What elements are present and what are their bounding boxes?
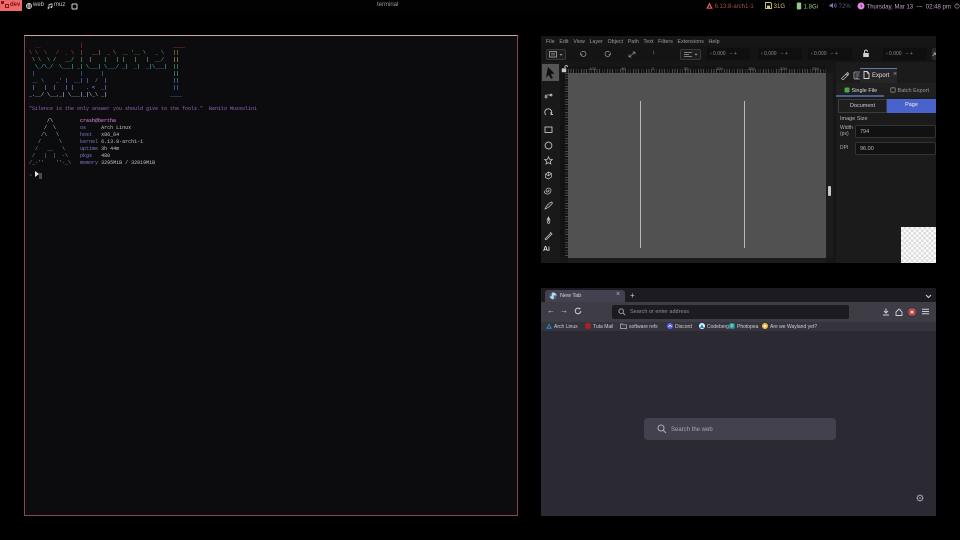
svg-text:P: P	[730, 324, 733, 329]
